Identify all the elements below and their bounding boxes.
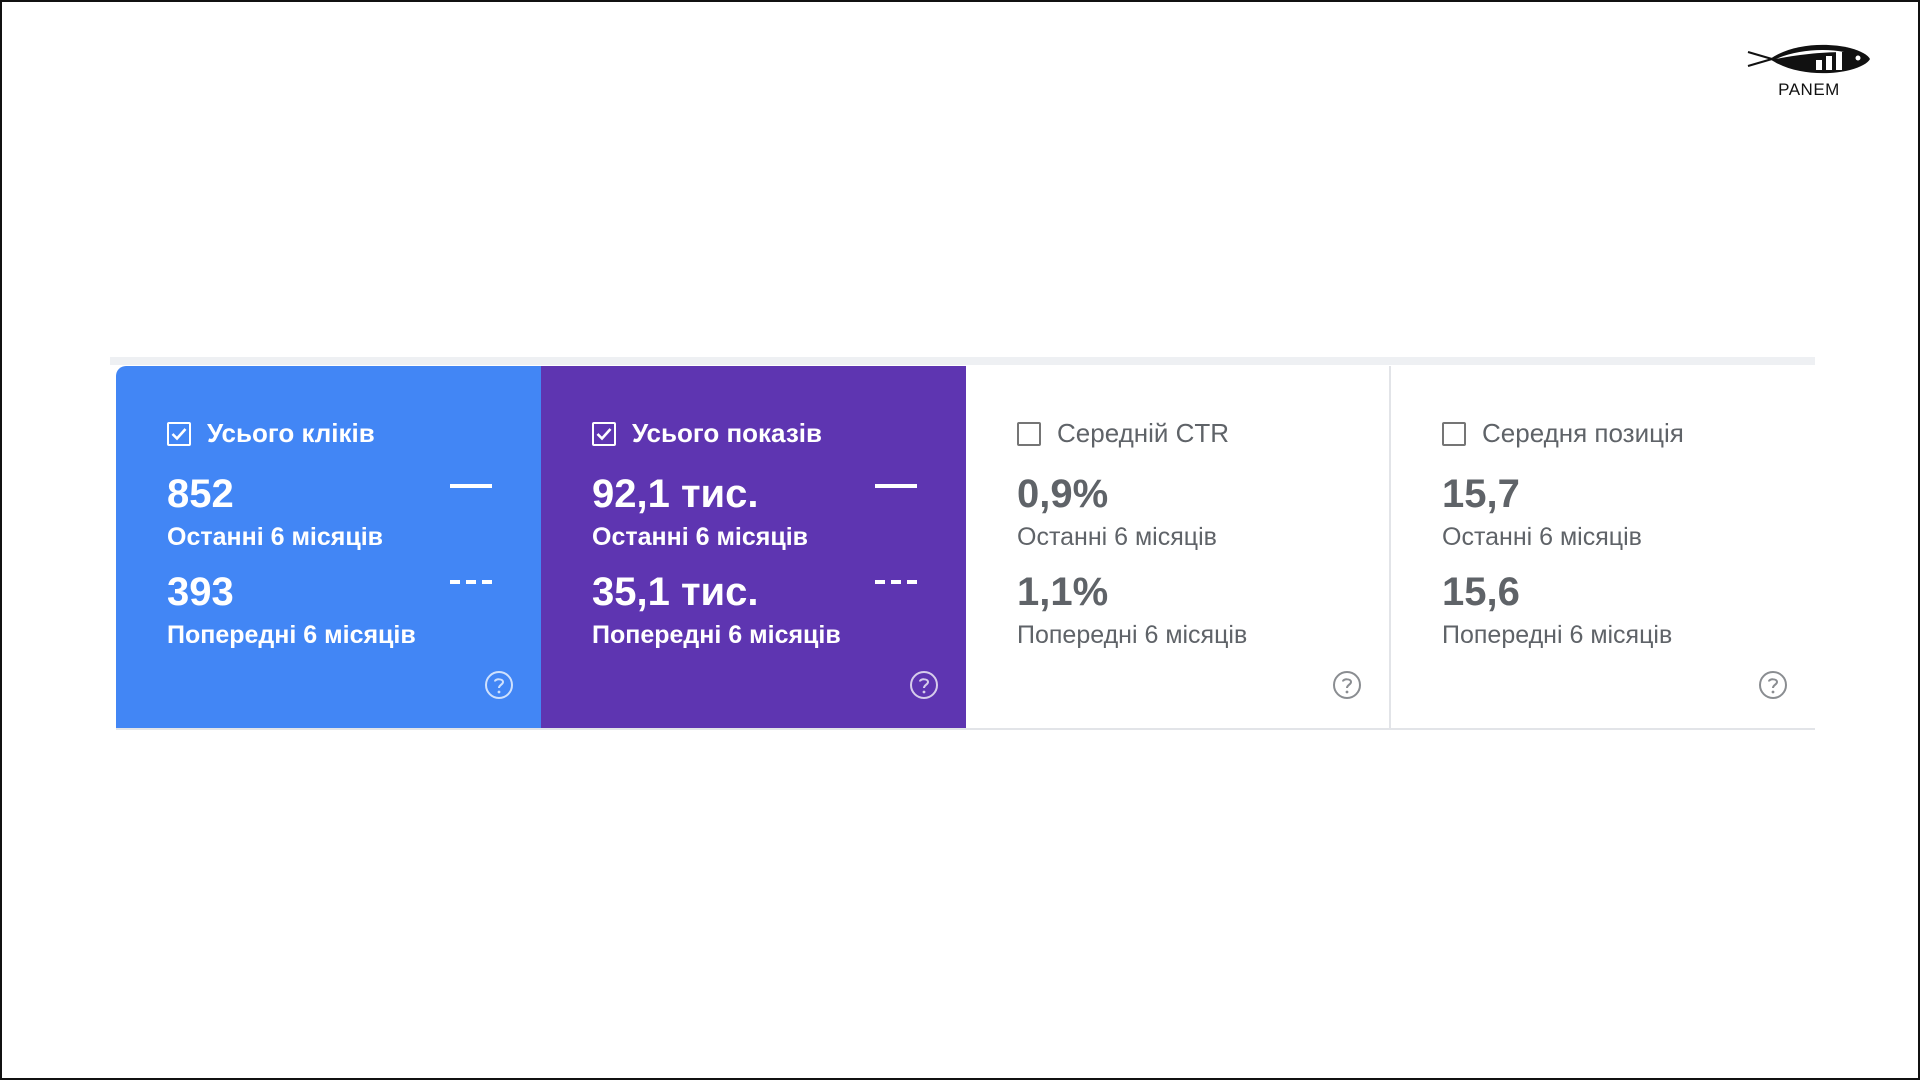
metric-cards: Усього кліків 852 Останні 6 місяців 393 … (116, 366, 1815, 730)
metric-header[interactable]: Усього показів (592, 418, 822, 449)
dashed-line-legend (450, 580, 492, 584)
checkbox-unchecked[interactable] (1017, 421, 1041, 446)
previous-value: 1,1% (1017, 570, 1109, 614)
metric-label: Усього показів (632, 418, 822, 448)
current-value: 92,1 тис. (592, 472, 759, 516)
help-circle-icon[interactable] (1332, 670, 1362, 700)
metric-header[interactable]: Середня позиція (1442, 418, 1684, 449)
current-period-label: Останні 6 місяців (1442, 523, 1642, 551)
checkbox-unchecked[interactable] (1442, 421, 1466, 446)
help-circle-icon[interactable] (1758, 670, 1788, 700)
panem-logo: PANEM (1744, 40, 1874, 114)
logo-text: PANEM (1778, 80, 1840, 99)
current-value: 852 (167, 472, 234, 516)
previous-period-label: Попередні 6 місяців (1017, 621, 1248, 649)
metric-label: Середній CTR (1057, 418, 1230, 448)
current-period-label: Останні 6 місяців (592, 523, 809, 551)
metric-card-ctr[interactable]: Середній CTR 0,9% Останні 6 місяців 1,1%… (966, 366, 1391, 728)
help-circle-icon[interactable] (909, 670, 939, 700)
metric-label: Середня позиція (1482, 418, 1684, 448)
help-circle-icon[interactable] (484, 670, 514, 700)
previous-period-label: Попередні 6 місяців (592, 621, 841, 649)
check-icon (171, 427, 187, 440)
previous-period-label: Попередні 6 місяців (167, 621, 416, 649)
slide-frame: PANEM Усього кліків 852 Останні 6 місяці… (0, 0, 1920, 1080)
metric-card-position[interactable]: Середня позиція 15,7 Останні 6 місяців 1… (1391, 366, 1815, 728)
previous-value: 15,6 (1442, 570, 1520, 614)
metric-card-clicks[interactable]: Усього кліків 852 Останні 6 місяців 393 … (116, 366, 541, 728)
metric-header[interactable]: Середній CTR (1017, 418, 1229, 449)
top-shadow-strip (110, 357, 1815, 365)
current-period-label: Останні 6 місяців (1017, 523, 1217, 551)
current-value: 0,9% (1017, 472, 1109, 516)
current-period-label: Останні 6 місяців (167, 523, 384, 551)
metric-header[interactable]: Усього кліків (167, 418, 375, 449)
metric-card-impressions[interactable]: Усього показів 92,1 тис. Останні 6 місяц… (541, 366, 966, 728)
fish-logo-icon (1747, 44, 1870, 74)
checkbox-checked[interactable] (592, 421, 616, 446)
checkbox-checked[interactable] (167, 421, 191, 446)
check-icon (596, 427, 612, 440)
current-value: 15,7 (1442, 472, 1520, 516)
solid-line-legend (450, 484, 492, 488)
previous-period-label: Попередні 6 місяців (1442, 621, 1673, 649)
previous-value: 393 (167, 570, 234, 614)
dashed-line-legend (875, 580, 917, 584)
metric-label: Усього кліків (207, 418, 375, 448)
solid-line-legend (875, 484, 917, 488)
previous-value: 35,1 тис. (592, 570, 759, 614)
